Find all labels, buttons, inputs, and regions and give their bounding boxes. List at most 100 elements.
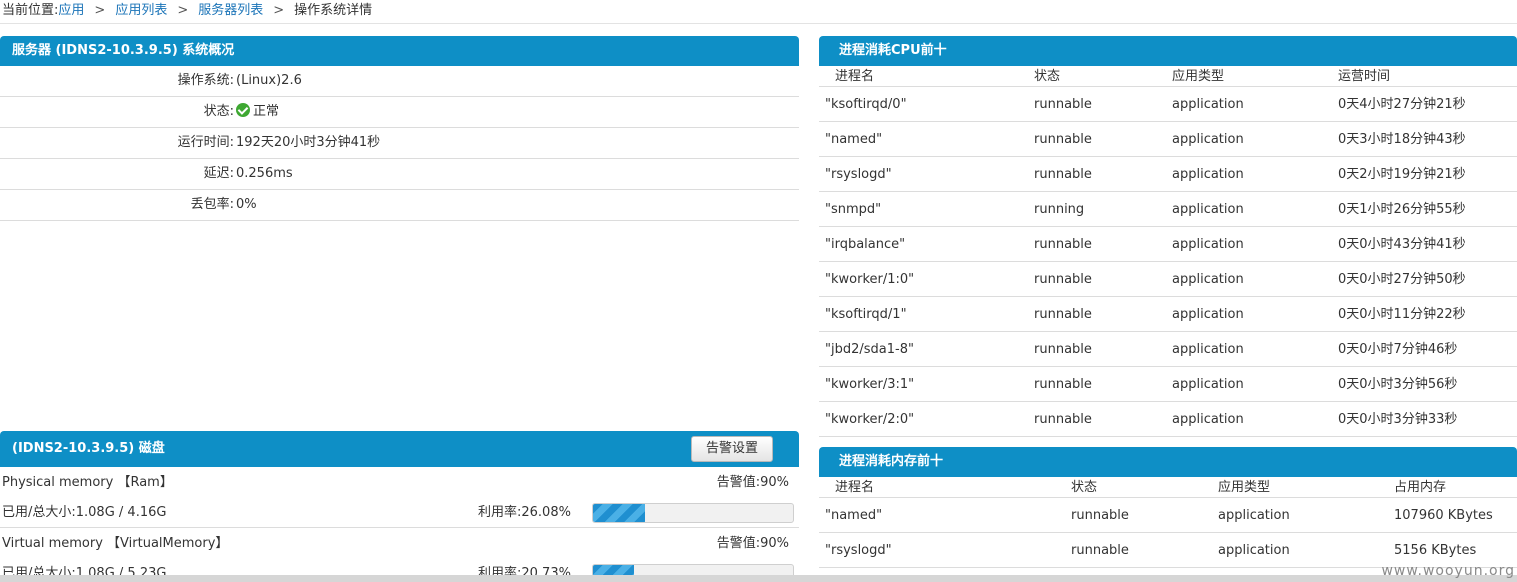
cpu-table-body: "ksoftirqd/0" runnable application 0天4小时27分…	[819, 87, 1517, 437]
overview-value: 192天20小时3分钟41秒	[236, 135, 381, 150]
overview-label: 操作系统:	[177, 73, 234, 88]
table-row: "jbd2/sda1-8" runnable application 0天0小时7分钟…	[819, 332, 1517, 367]
status-value: 正常	[253, 104, 280, 119]
process-name-cell: "rsyslogd"	[825, 543, 892, 558]
cpu-top-processes-panel: 进程消耗CPU前十 进程名 状态 应用类型 运营时间 "ksoftirqd/0"…	[819, 36, 1517, 437]
overview-value: 0.256ms	[236, 166, 293, 181]
memory-name: Physical memory 【Ram】	[2, 475, 173, 490]
memory-item-virtual: Virtual memory 【VirtualMemory】 告警值:90% 已…	[0, 528, 799, 582]
usage-progress-bar	[592, 503, 794, 523]
app-type-cell: application	[1172, 307, 1244, 322]
process-name-cell: "irqbalance"	[825, 237, 906, 252]
app-type-cell: application	[1172, 132, 1244, 147]
breadcrumb-separator: >	[273, 3, 285, 18]
breadcrumb-separator: >	[94, 3, 106, 18]
alarm-settings-button[interactable]: 告警设置	[690, 436, 773, 462]
app-type-cell: application	[1172, 377, 1244, 392]
overview-row-os: 操作系统: (Linux)2.6	[0, 66, 799, 97]
memory-item-physical: Physical memory 【Ram】 告警值:90% 已用/总大小:1.0…	[0, 467, 799, 528]
app-type-cell: application	[1172, 237, 1244, 252]
value-cell: 0天3小时18分钟43秒	[1338, 132, 1466, 147]
table-row: "irqbalance" runnable application 0天0小时43分钟…	[819, 227, 1517, 262]
table-row: "rsyslogd" runnable application 0天2小时19分钟21…	[819, 157, 1517, 192]
app-type-cell: application	[1172, 167, 1244, 182]
status-cell: runnable	[1034, 97, 1092, 112]
status-cell: runnable	[1034, 307, 1092, 322]
table-header: 进程名 状态 应用类型 占用内存	[819, 477, 1517, 498]
breadcrumb-link-server-list[interactable]: 服务器列表	[198, 3, 263, 18]
overview-row-status: 状态: 正常	[0, 97, 799, 128]
value-cell: 0天2小时19分钟21秒	[1338, 167, 1466, 182]
table-row: "kworker/2:0" runnable application 0天0小时3分钟…	[819, 402, 1517, 437]
status-cell: runnable	[1071, 543, 1129, 558]
alarm-threshold: 告警值:90%	[716, 536, 789, 551]
value-cell: 0天0小时7分钟46秒	[1338, 342, 1458, 357]
value-cell: 0天0小时11分钟22秒	[1338, 307, 1466, 322]
status-cell: runnable	[1034, 167, 1092, 182]
column-header-status: 状态	[1034, 69, 1061, 84]
overview-label: 运行时间:	[177, 135, 234, 150]
breadcrumb-separator: >	[177, 3, 189, 18]
table-row: "named" runnable application 0天3小时18分钟43秒	[819, 122, 1517, 157]
breadcrumb-current: 操作系统详情	[294, 3, 373, 18]
value-cell: 5156 KBytes	[1394, 543, 1477, 558]
breadcrumb-link-app[interactable]: 应用	[58, 3, 84, 18]
process-name-cell: "kworker/3:1"	[825, 377, 915, 392]
status-cell: runnable	[1034, 412, 1092, 427]
app-type-cell: application	[1218, 543, 1290, 558]
process-name-cell: "rsyslogd"	[825, 167, 892, 182]
overview-row-uptime: 运行时间: 192天20小时3分钟41秒	[0, 128, 799, 159]
alarm-threshold: 告警值:90%	[716, 475, 789, 490]
app-type-cell: application	[1218, 508, 1290, 523]
overview-row-packet-loss: 丢包率: 0%	[0, 190, 799, 221]
app-type-cell: application	[1172, 272, 1244, 287]
table-header: 进程名 状态 应用类型 运营时间	[819, 66, 1517, 87]
memory-name: Virtual memory 【VirtualMemory】	[2, 536, 229, 551]
mem-top-title: 进程消耗内存前十	[819, 447, 1517, 477]
status-cell: runnable	[1071, 508, 1129, 523]
check-circle-icon	[236, 103, 250, 117]
table-row: "kworker/1:0" runnable application 0天0小时27分…	[819, 262, 1517, 297]
memory-usage-rate: 利用率:26.08%	[478, 505, 571, 520]
column-header-app-type: 应用类型	[1218, 480, 1271, 495]
process-name-cell: "named"	[825, 132, 883, 147]
process-name-cell: "kworker/2:0"	[825, 412, 915, 427]
value-cell: 0天0小时43分钟41秒	[1338, 237, 1466, 252]
table-row: "ksoftirqd/0" runnable application 0天4小时27分…	[819, 87, 1517, 122]
process-name-cell: "ksoftirqd/1"	[825, 307, 907, 322]
process-name-cell: "ksoftirqd/0"	[825, 97, 907, 112]
disk-panel: (IDNS2-10.3.9.5) 磁盘 告警设置 Physical memory…	[0, 431, 799, 582]
column-header-process: 进程名	[835, 69, 875, 84]
process-name-cell: "snmpd"	[825, 202, 882, 217]
process-name-cell: "jbd2/sda1-8"	[825, 342, 914, 357]
overview-value: (Linux)2.6	[236, 73, 302, 88]
status-cell: running	[1034, 202, 1085, 217]
breadcrumb-link-app-list[interactable]: 应用列表	[115, 3, 167, 18]
breadcrumb: 当前位置:应用 > 应用列表 > 服务器列表 > 操作系统详情	[0, 0, 1517, 24]
overview-value: 0%	[236, 197, 257, 212]
value-cell: 0天0小时3分钟56秒	[1338, 377, 1458, 392]
value-cell: 0天1小时26分钟55秒	[1338, 202, 1466, 217]
app-type-cell: application	[1172, 97, 1244, 112]
cpu-top-title: 进程消耗CPU前十	[819, 36, 1517, 66]
app-type-cell: application	[1172, 342, 1244, 357]
status-cell: runnable	[1034, 237, 1092, 252]
column-header-process: 进程名	[835, 480, 875, 495]
usage-progress-fill	[593, 504, 646, 522]
value-cell: 0天4小时27分钟21秒	[1338, 97, 1466, 112]
disk-panel-header: (IDNS2-10.3.9.5) 磁盘 告警设置	[0, 431, 799, 467]
horizontal-scrollbar[interactable]	[0, 575, 1517, 582]
overview-label: 延迟:	[203, 166, 234, 181]
table-row: "snmpd" running application 0天1小时26分钟55秒	[819, 192, 1517, 227]
breadcrumb-prefix: 当前位置:	[2, 3, 59, 18]
column-header-memory: 占用内存	[1394, 480, 1447, 495]
column-header-app-type: 应用类型	[1172, 69, 1225, 84]
table-row: "named" runnable application 107960 KBytes	[819, 498, 1517, 533]
status-cell: runnable	[1034, 377, 1092, 392]
status-cell: runnable	[1034, 272, 1092, 287]
process-name-cell: "named"	[825, 508, 883, 523]
status-cell: runnable	[1034, 132, 1092, 147]
overview-row-latency: 延迟: 0.256ms	[0, 159, 799, 190]
status-cell: runnable	[1034, 342, 1092, 357]
table-row: "kworker/3:1" runnable application 0天0小时3分钟…	[819, 367, 1517, 402]
